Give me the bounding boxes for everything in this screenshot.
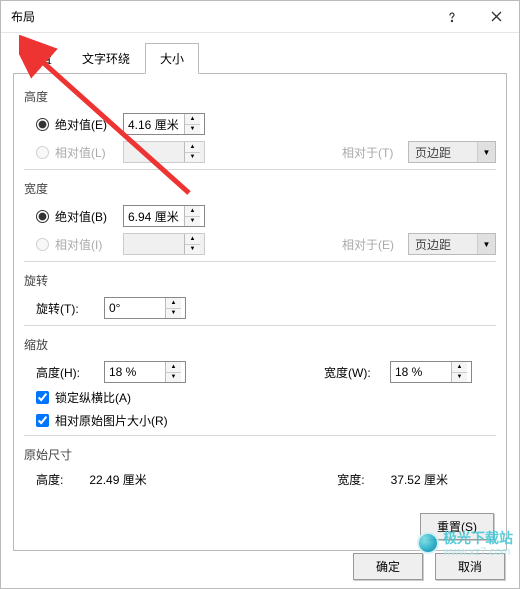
rotation-input[interactable] <box>105 298 165 318</box>
height-relative-to-value: 页边距 <box>409 144 477 161</box>
height-relative-input <box>124 142 184 162</box>
lock-aspect-row: 锁定纵横比(A) <box>36 389 496 406</box>
divider <box>24 261 496 262</box>
lock-aspect-label: 锁定纵横比(A) <box>55 389 131 406</box>
width-absolute-input[interactable] <box>124 206 184 226</box>
scale-width-input[interactable] <box>391 362 451 382</box>
spin-down-icon: ▼ <box>185 153 200 163</box>
watermark: 极光下载站 www.xz7.com <box>417 528 513 558</box>
spin-down-icon[interactable]: ▼ <box>185 125 200 135</box>
section-scale-title: 缩放 <box>24 336 496 353</box>
width-absolute-spin[interactable]: ▲ ▼ <box>123 205 205 227</box>
original-height-label: 高度: <box>36 471 63 488</box>
width-relative-spin: ▲ ▼ <box>123 233 205 255</box>
section-height-title: 高度 <box>24 88 496 105</box>
width-relative-label: 相对值(I) <box>55 236 117 253</box>
spin-down-icon[interactable]: ▼ <box>452 373 467 383</box>
section-rotation-title: 旋转 <box>24 272 496 289</box>
spin-up-icon[interactable]: ▲ <box>185 206 200 217</box>
height-relative-to-label: 相对于(T) <box>342 144 402 161</box>
scale-width-spin[interactable]: ▲ ▼ <box>390 361 472 383</box>
spin-up-icon[interactable]: ▲ <box>166 298 181 309</box>
scale-height-label: 高度(H): <box>36 364 98 381</box>
original-height-value: 22.49 厘米 <box>89 471 146 488</box>
spin-down-icon: ▼ <box>185 245 200 255</box>
height-relative-label: 相对值(L) <box>55 144 117 161</box>
height-absolute-input[interactable] <box>124 114 184 134</box>
spin-up-icon[interactable]: ▲ <box>185 114 200 125</box>
section-original-title: 原始尺寸 <box>24 446 496 463</box>
original-width-label: 宽度: <box>337 471 364 488</box>
width-relative-to-label: 相对于(E) <box>342 236 402 253</box>
original-width-value: 37.52 厘米 <box>391 471 448 488</box>
spin-up-icon: ▲ <box>185 142 200 153</box>
section-width-title: 宽度 <box>24 180 496 197</box>
spin-down-icon[interactable]: ▼ <box>185 217 200 227</box>
ok-button[interactable]: 确定 <box>353 553 423 580</box>
divider <box>24 325 496 326</box>
title-bar: 布局 <box>1 1 519 33</box>
width-absolute-radio[interactable] <box>36 210 49 223</box>
height-absolute-radio[interactable] <box>36 118 49 131</box>
window-title: 布局 <box>11 8 429 25</box>
width-relative-input <box>124 234 184 254</box>
height-relative-to-combo: 页边距 ▼ <box>408 141 496 163</box>
height-absolute-row: 绝对值(E) ▲ ▼ <box>24 113 496 135</box>
spin-up-icon[interactable]: ▲ <box>452 362 467 373</box>
width-absolute-row: 绝对值(B) ▲ ▼ <box>24 205 496 227</box>
width-relative-to-combo: 页边距 ▼ <box>408 233 496 255</box>
divider <box>24 169 496 170</box>
content-panel: 高度 绝对值(E) ▲ ▼ 相对值(L) ▲ ▼ <box>13 73 507 551</box>
lock-aspect-checkbox[interactable] <box>36 391 49 404</box>
width-relative-row: 相对值(I) ▲ ▼ 相对于(E) 页边距 ▼ <box>24 233 496 255</box>
height-relative-spin: ▲ ▼ <box>123 141 205 163</box>
close-button[interactable] <box>474 1 519 33</box>
watermark-logo-icon <box>417 532 439 554</box>
tabs: 位置 文字环绕 大小 <box>13 43 507 74</box>
scale-row: 高度(H): ▲ ▼ 宽度(W): ▲ ▼ <box>24 361 496 383</box>
spin-down-icon[interactable]: ▼ <box>166 373 181 383</box>
tab-wrap[interactable]: 文字环绕 <box>67 43 145 74</box>
relative-original-checkbox[interactable] <box>36 414 49 427</box>
scale-height-spin[interactable]: ▲ ▼ <box>104 361 186 383</box>
divider <box>24 435 496 436</box>
help-button[interactable] <box>429 1 474 33</box>
chevron-down-icon: ▼ <box>477 142 495 162</box>
width-absolute-label: 绝对值(B) <box>55 208 117 225</box>
relative-original-label: 相对原始图片大小(R) <box>55 412 168 429</box>
width-relative-radio <box>36 238 49 251</box>
spin-down-icon[interactable]: ▼ <box>166 309 181 319</box>
relative-original-row: 相对原始图片大小(R) <box>36 412 496 429</box>
rotation-row: 旋转(T): ▲ ▼ <box>24 297 496 319</box>
tab-size[interactable]: 大小 <box>145 43 199 74</box>
original-row: 高度: 22.49 厘米 宽度: 37.52 厘米 <box>36 471 496 488</box>
height-relative-radio <box>36 146 49 159</box>
watermark-line2: www.xz7.com <box>443 546 513 558</box>
rotation-label: 旋转(T): <box>36 300 98 317</box>
scale-height-input[interactable] <box>105 362 165 382</box>
width-relative-to-value: 页边距 <box>409 236 477 253</box>
tab-position[interactable]: 位置 <box>13 43 67 74</box>
height-absolute-spin[interactable]: ▲ ▼ <box>123 113 205 135</box>
height-absolute-label: 绝对值(E) <box>55 116 117 133</box>
watermark-line1: 极光下载站 <box>443 530 513 546</box>
rotation-spin[interactable]: ▲ ▼ <box>104 297 186 319</box>
scale-width-label: 宽度(W): <box>324 364 384 381</box>
height-relative-row: 相对值(L) ▲ ▼ 相对于(T) 页边距 ▼ <box>24 141 496 163</box>
spin-up-icon: ▲ <box>185 234 200 245</box>
spin-up-icon[interactable]: ▲ <box>166 362 181 373</box>
chevron-down-icon: ▼ <box>477 234 495 254</box>
